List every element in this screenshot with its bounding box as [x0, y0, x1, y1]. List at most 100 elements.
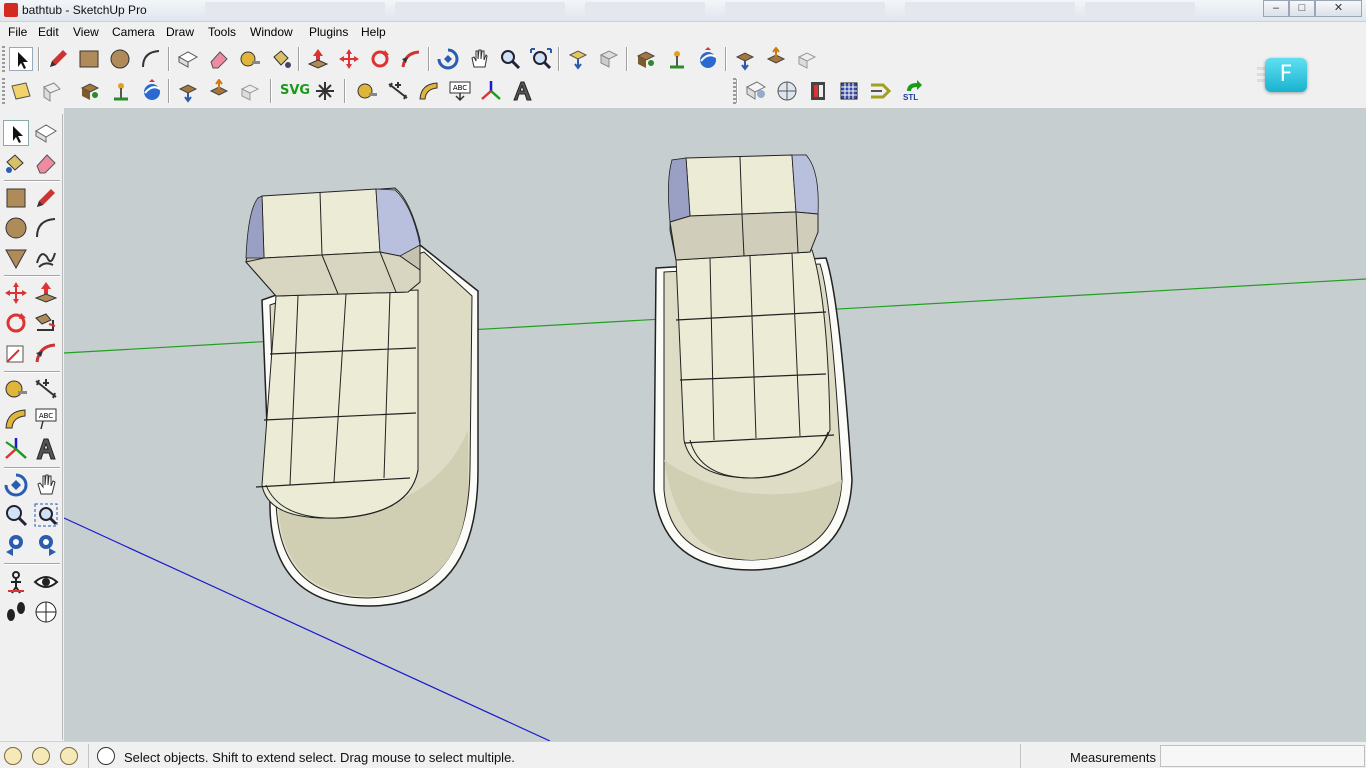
arc-tool-icon[interactable]: [139, 47, 163, 71]
get-photo-texture-icon[interactable]: [733, 47, 757, 71]
menu-camera[interactable]: Camera: [112, 25, 155, 39]
minimize-button[interactable]: –: [1263, 0, 1289, 17]
select-tool-icon[interactable]: [9, 47, 33, 71]
add-location-2-icon[interactable]: [109, 79, 133, 103]
palette-orbit-icon[interactable]: [3, 472, 29, 498]
zoom-extents-icon[interactable]: [529, 47, 553, 71]
palette-axes-icon[interactable]: [3, 436, 29, 462]
upload-component-icon[interactable]: [764, 47, 788, 71]
menu-tools[interactable]: Tools: [208, 25, 236, 39]
rotate-tool-icon[interactable]: [368, 47, 392, 71]
palette-select-icon[interactable]: [3, 120, 29, 146]
pan-tool-icon[interactable]: [467, 47, 491, 71]
orbit-tool-icon[interactable]: [436, 47, 460, 71]
palette-walk-icon[interactable]: [3, 599, 29, 625]
menu-view[interactable]: View: [73, 25, 99, 39]
measurements-input[interactable]: [1160, 745, 1365, 767]
palette-offset-icon[interactable]: [33, 340, 59, 366]
palette-pan-icon[interactable]: [33, 472, 59, 498]
palette-eraser-icon[interactable]: [33, 150, 59, 176]
palette-3d-text-icon[interactable]: [33, 436, 59, 462]
palette-position-camera-icon[interactable]: [3, 569, 29, 595]
door-window-icon[interactable]: [806, 79, 830, 103]
menu-file[interactable]: File: [8, 25, 27, 39]
zoom-tool-icon[interactable]: [498, 47, 522, 71]
section-plane-icon[interactable]: [9, 79, 33, 103]
stl-export-button[interactable]: STL: [899, 79, 925, 103]
add-location-icon[interactable]: [665, 47, 689, 71]
share-component-icon[interactable]: [634, 47, 658, 71]
palette-zoom-extents-icon[interactable]: [33, 532, 59, 558]
3d-text-icon[interactable]: [510, 79, 534, 103]
get-photo-texture-2-icon[interactable]: [176, 79, 200, 103]
palette-arc-icon[interactable]: [33, 215, 59, 241]
palette-section-plane-icon[interactable]: [33, 599, 59, 625]
solid-tools-icon[interactable]: [775, 79, 799, 103]
axes-tool-icon[interactable]: [479, 79, 503, 103]
palette-paint-bucket-icon[interactable]: [3, 150, 29, 176]
move-tool-icon[interactable]: [337, 47, 361, 71]
tape-measure-icon[interactable]: [238, 47, 262, 71]
dynamic-component-2-icon[interactable]: [238, 79, 262, 103]
palette-polygon-icon[interactable]: [3, 245, 29, 271]
palette-zoom-icon[interactable]: [3, 502, 29, 528]
section-plane-2-icon[interactable]: [744, 79, 768, 103]
3d-viewport[interactable]: [64, 108, 1366, 741]
menu-edit[interactable]: Edit: [38, 25, 59, 39]
palette-rectangle-icon[interactable]: [3, 185, 29, 211]
component-outline-icon[interactable]: [40, 79, 64, 103]
palette-look-around-icon[interactable]: [33, 569, 59, 595]
palette-follow-me-icon[interactable]: [33, 310, 59, 336]
maximize-button[interactable]: □: [1289, 0, 1315, 17]
svg-export-button[interactable]: SVG: [280, 79, 310, 103]
large-tool-set-palette: ABC: [0, 114, 63, 740]
google-earth-icon[interactable]: [696, 47, 720, 71]
palette-text-icon[interactable]: ABC: [33, 406, 59, 432]
palette-freehand-icon[interactable]: [33, 245, 59, 271]
follow-me-icon[interactable]: [399, 47, 423, 71]
user-status-icon[interactable]: [60, 747, 78, 765]
get-models-icon[interactable]: [566, 47, 590, 71]
palette-rotate-icon[interactable]: [3, 310, 29, 336]
building-grid-icon[interactable]: [837, 79, 861, 103]
instructor-help-icon[interactable]: [97, 747, 115, 765]
palette-dimension-icon[interactable]: [33, 376, 59, 402]
dimension-tool-icon[interactable]: [386, 79, 410, 103]
protractor-tool-icon[interactable]: [417, 79, 441, 103]
menu-window[interactable]: Window: [250, 25, 293, 39]
credits-icon[interactable]: [32, 747, 50, 765]
palette-move-icon[interactable]: [3, 280, 29, 306]
palette-scale-icon[interactable]: [3, 340, 29, 366]
menu-draw[interactable]: Draw: [166, 25, 194, 39]
palette-make-component-icon[interactable]: [33, 120, 59, 146]
palette-circle-icon[interactable]: [3, 215, 29, 241]
rectangle-tool-icon[interactable]: [77, 47, 101, 71]
palette-push-pull-icon[interactable]: [33, 280, 59, 306]
menu-plugins[interactable]: Plugins: [309, 25, 348, 39]
palette-pencil-icon[interactable]: [33, 185, 59, 211]
palette-zoom-window-icon[interactable]: [33, 502, 59, 528]
geo-location-icon[interactable]: [4, 747, 22, 765]
dynamic-component-icon[interactable]: [795, 47, 819, 71]
google-earth-2-icon[interactable]: [140, 79, 164, 103]
share-model-icon[interactable]: [597, 47, 621, 71]
window-title: bathtub - SketchUp Pro: [22, 3, 147, 17]
menu-help[interactable]: Help: [361, 25, 386, 39]
share-component-2-icon[interactable]: [78, 79, 102, 103]
weld-lines-icon[interactable]: [868, 79, 892, 103]
palette-protractor-icon[interactable]: [3, 406, 29, 432]
plugin-badge-button[interactable]: F: [1257, 58, 1309, 92]
close-button[interactable]: ✕: [1315, 0, 1362, 17]
palette-previous-view-icon[interactable]: [3, 532, 29, 558]
paint-bucket-icon[interactable]: [269, 47, 293, 71]
text-tool-icon[interactable]: ABC: [448, 79, 472, 103]
push-pull-icon[interactable]: [306, 47, 330, 71]
eraser-tool-icon[interactable]: [207, 47, 231, 71]
palette-tape-measure-icon[interactable]: [3, 376, 29, 402]
make-component-icon[interactable]: [176, 47, 200, 71]
upload-component-2-icon[interactable]: [207, 79, 231, 103]
circle-tool-icon[interactable]: [108, 47, 132, 71]
tape-measure-2-icon[interactable]: [355, 79, 379, 103]
svg-export-settings-icon[interactable]: [313, 79, 337, 103]
pencil-tool-icon[interactable]: [46, 47, 70, 71]
